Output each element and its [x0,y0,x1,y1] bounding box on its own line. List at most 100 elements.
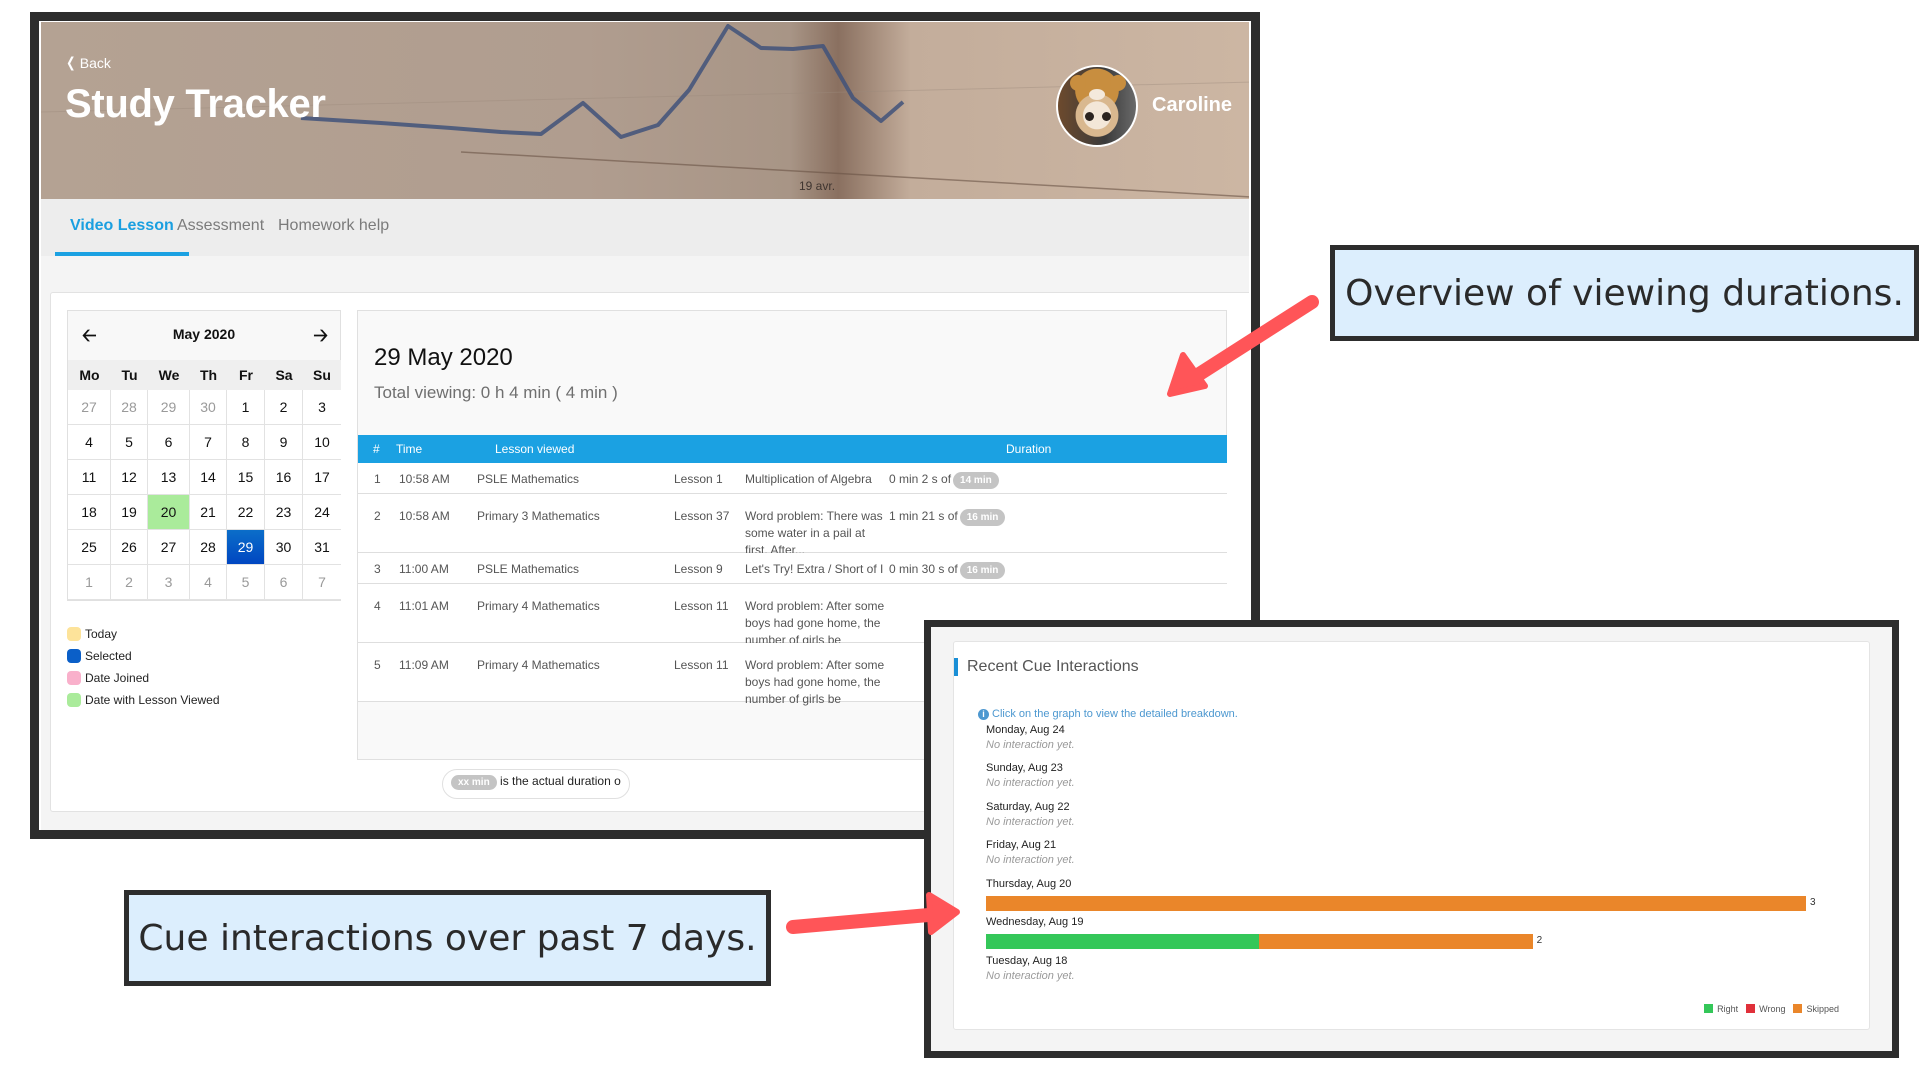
calendar-day-selected[interactable]: 29 [227,530,265,565]
calendar-day[interactable]: 31 [303,530,341,565]
calendar-day[interactable]: 2 [265,390,303,425]
chevron-left-icon: ❮ [66,54,76,70]
calendar-day[interactable]: 19 [111,495,148,530]
calendar-day[interactable]: 24 [303,495,341,530]
lesson-row[interactable]: 2 10:58 AM Primary 3 Mathematics Lesson 37 W… [358,494,1227,557]
col-time: Time [396,442,423,456]
cue-day-row[interactable]: Friday, Aug 21 No interaction yet. [986,839,1836,866]
cue-legend-item: Wrong [1746,1004,1785,1014]
calendar-day[interactable]: 22 [227,495,265,530]
bar-segment-skipped[interactable] [1259,934,1533,949]
callout-cue-interactions: Cue interactions over past 7 days. [124,890,771,986]
tab-video-lesson[interactable]: Video Lesson [55,199,189,256]
weekday-header: Sa [265,360,303,390]
row-time: 11:09 AM [399,658,449,672]
calendar-day[interactable]: 27 [68,390,111,425]
calendar-day[interactable]: 30 [265,530,303,565]
banner-trend-line [300,24,905,139]
calendar-day[interactable]: 23 [265,495,303,530]
calendar-day[interactable]: 15 [227,460,265,495]
cue-day-row[interactable]: Monday, Aug 24 No interaction yet. [986,724,1836,751]
row-lesson-title: Word problem: After some boys had gone h… [745,658,885,706]
cue-legend-label: Skipped [1806,1004,1839,1014]
calendar-day[interactable]: 13 [148,460,190,495]
back-button[interactable]: ❮ Back [65,54,111,71]
no-interaction-text: No interaction yet. [986,854,1075,866]
calendar-day[interactable]: 10 [303,425,341,460]
row-duration: 0 min 2 s of 14 min [889,471,999,489]
row-time: 11:01 AM [399,599,449,613]
calendar-day[interactable]: 21 [190,495,227,530]
calendar-day[interactable]: 18 [68,495,111,530]
calendar-day[interactable]: 29 [148,390,190,425]
calendar-day[interactable]: 25 [68,530,111,565]
cue-legend-swatch [1704,1004,1714,1013]
arrow-right-icon[interactable]: 🡢 [313,323,328,353]
calendar-day[interactable]: 6 [265,565,303,600]
calendar-day[interactable]: 5 [227,565,265,600]
calendar-day[interactable]: 6 [148,425,190,460]
calendar-day[interactable]: 30 [190,390,227,425]
cue-day-row[interactable]: Saturday, Aug 22 No interaction yet. [986,801,1836,828]
calendar-day[interactable]: 4 [68,425,111,460]
tab-homework-help[interactable]: Homework help [278,199,389,256]
legend-swatch [67,627,81,641]
selected-date-heading: 29 May 2020 [374,344,513,371]
calendar-day[interactable]: 27 [148,530,190,565]
calendar-day[interactable]: 1 [227,390,265,425]
calendar-day[interactable]: 26 [111,530,148,565]
calendar-day[interactable]: 16 [265,460,303,495]
row-course: Primary 4 Mathematics [477,599,600,613]
calendar-day[interactable]: 8 [227,425,265,460]
legend-label: Date with Lesson Viewed [85,693,220,707]
lesson-row[interactable]: 1 10:58 AM PSLE Mathematics Lesson 1 Multipl… [358,463,1227,494]
calendar-day[interactable]: 7 [303,565,341,600]
calendar-day[interactable]: 28 [190,530,227,565]
user-avatar[interactable] [1056,65,1138,147]
row-lesson-number: Lesson 11 [674,599,729,613]
calendar-day[interactable]: 1 [68,565,111,600]
cue-day-row[interactable]: Tuesday, Aug 18 No interaction yet. [986,955,1836,982]
weekday-header: Mo [68,360,111,390]
calendar-day[interactable]: 28 [111,390,148,425]
bar-segment-right[interactable] [986,934,1260,949]
cue-day-row[interactable]: Wednesday, Aug 19 2 [986,916,1836,949]
calendar-day[interactable]: 7 [190,425,227,460]
cue-bar[interactable]: 2 [986,934,1836,949]
calendar-day[interactable]: 11 [68,460,111,495]
row-time: 11:00 AM [399,562,449,576]
row-course: PSLE Mathematics [477,472,580,486]
legend-label: Selected [85,649,132,663]
calendar-day[interactable]: 9 [265,425,303,460]
bar-segment-skipped[interactable] [986,896,1806,911]
calendar-day[interactable]: 12 [111,460,148,495]
row-watched-time: 0 min 30 s of [889,562,958,576]
calendar-day-lesson-viewed[interactable]: 20 [148,495,190,530]
cue-day-row[interactable]: Sunday, Aug 23 No interaction yet. [986,762,1836,789]
row-watched-time: 1 min 21 s of [889,509,958,523]
col-number: # [373,442,380,456]
user-name[interactable]: Caroline [1152,94,1232,117]
cue-legend-item: Right [1704,1004,1738,1014]
lesson-row[interactable]: 3 11:00 AM PSLE Mathematics Lesson 9 Let's T… [358,553,1227,584]
row-lesson-length-pill: 16 min [959,509,1006,526]
cue-bar[interactable]: 3 [986,896,1836,911]
row-course: Primary 3 Mathematics [477,509,600,523]
back-label: Back [79,54,111,71]
calendar-days-grid: 27 28 29 30 1 2 3 4 5 6 7 8 9 10 11 12 13 14 15 16 17 18 19 20 2… [68,390,341,600]
calendar-day[interactable]: 4 [190,565,227,600]
calendar-day[interactable]: 17 [303,460,341,495]
calendar-day[interactable]: 2 [111,565,148,600]
cue-legend-swatch [1793,1004,1803,1013]
weekday-header: Su [303,360,341,390]
cue-day-row[interactable]: Thursday, Aug 20 3 [986,878,1836,911]
calendar-day[interactable]: 3 [148,565,190,600]
weekday-header: Fr [227,360,265,390]
calendar-day[interactable]: 14 [190,460,227,495]
legend-label: Today [85,627,118,641]
header-banner: 19 avr. ❮ Back Study Tracker Caroline [41,22,1249,199]
row-number: 2 [374,509,381,523]
calendar-day[interactable]: 5 [111,425,148,460]
tab-assessment[interactable]: Assessment [177,199,264,256]
calendar-day[interactable]: 3 [303,390,341,425]
